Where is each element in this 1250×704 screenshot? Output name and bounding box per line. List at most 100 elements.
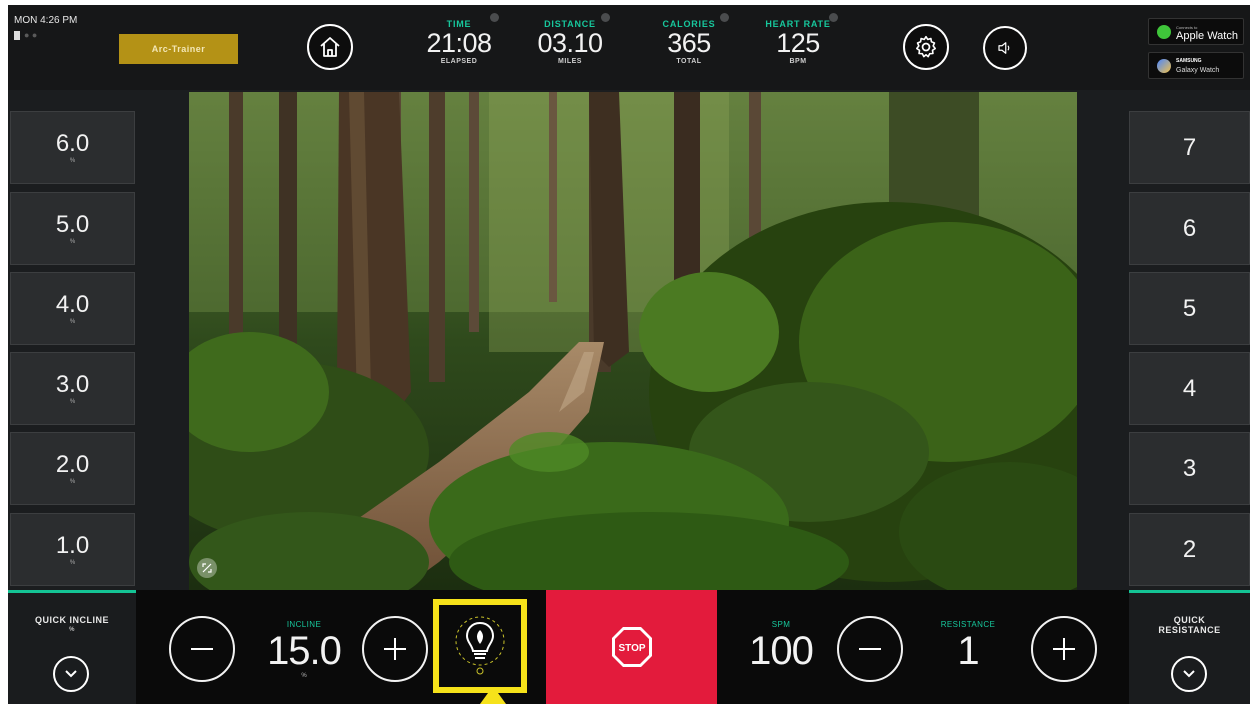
incline-readout: INCLINE 15.0 %: [254, 620, 354, 679]
stat-unit: BPM: [789, 58, 807, 65]
mode-button[interactable]: Arc-Trainer: [119, 34, 238, 64]
top-bar: MON 4:26 PM ● ● Arc-Trainer TIME 21:08 E…: [8, 5, 1250, 90]
incline-decrease-button[interactable]: [169, 616, 235, 682]
battery-icon: [14, 31, 20, 41]
quick-resistance-title: QUICK RESISTANCE: [1158, 615, 1221, 635]
resistance-preset-6[interactable]: 6: [1129, 192, 1250, 265]
preset-value: 4.0: [55, 290, 90, 318]
speaker-icon: [998, 42, 1010, 54]
stop-icon: STOP: [611, 627, 652, 667]
incline-preset-6[interactable]: 6.0%: [10, 111, 135, 184]
quick-resistance-toggle[interactable]: [1171, 656, 1207, 692]
galaxy-watch-label: Galaxy Watch: [1176, 66, 1220, 74]
preset-unit: %: [69, 398, 76, 405]
preset-value: 4: [1182, 374, 1197, 402]
incline-label: INCLINE: [286, 620, 322, 629]
preset-value: 3: [1182, 454, 1197, 482]
scenic-video: [189, 92, 1077, 591]
stat-value: 125: [776, 28, 820, 58]
spm-value: 100: [749, 629, 814, 673]
incline-unit: %: [301, 673, 307, 679]
stat-value: 03.10: [537, 28, 603, 58]
preset-value: 2: [1182, 535, 1197, 563]
resistance-increase-button[interactable]: [1031, 616, 1097, 682]
galaxy-watch-icon: [1157, 58, 1171, 73]
incline-preset-5[interactable]: 5.0%: [10, 192, 135, 265]
chevron-down-icon: [65, 670, 77, 678]
stat-unit: MILES: [558, 58, 582, 65]
forest-path-image: [189, 92, 1077, 591]
pointer-arrow-icon: [480, 693, 506, 704]
apple-watch-icon: [1157, 24, 1171, 39]
resistance-preset-5[interactable]: 5: [1129, 272, 1250, 345]
stat-indicator: [720, 13, 729, 22]
stat-indicator: [829, 13, 838, 22]
volume-button[interactable]: [983, 26, 1027, 70]
resistance-decrease-button[interactable]: [837, 616, 903, 682]
minus-icon: [191, 648, 213, 650]
stat-value: 21:08: [426, 28, 492, 58]
stat-time: TIME 21:08 ELAPSED: [411, 13, 507, 65]
stat-unit: ELAPSED: [440, 58, 478, 65]
apple-watch-label: Apple Watch: [1176, 29, 1238, 42]
preset-value: 5.0: [55, 210, 90, 238]
preset-unit: %: [69, 478, 76, 485]
preset-value: 1.0: [55, 531, 90, 559]
stat-calories: CALORIES 365 TOTAL: [641, 13, 737, 65]
stat-unit: TOTAL: [676, 58, 702, 65]
home-button[interactable]: [307, 24, 353, 70]
fullscreen-icon[interactable]: [197, 558, 217, 578]
incline-preset-4[interactable]: 4.0%: [10, 272, 135, 345]
spm-readout: SPM 100: [743, 620, 819, 673]
quick-incline-toggle[interactable]: [53, 656, 89, 692]
stat-value: 365: [667, 28, 711, 58]
resistance-preset-2[interactable]: 2: [1129, 513, 1250, 586]
stop-button[interactable]: STOP: [546, 590, 717, 704]
resistance-preset-7[interactable]: 7: [1129, 111, 1250, 184]
preset-unit: %: [69, 559, 76, 566]
preset-unit: %: [69, 157, 76, 164]
wifi-icon: ● ●: [24, 30, 38, 40]
resistance-preset-4[interactable]: 4: [1129, 352, 1250, 425]
preset-unit: %: [69, 318, 76, 325]
preset-value: 6: [1182, 214, 1197, 242]
clock: MON 4:26 PM: [14, 15, 78, 26]
incline-preset-1[interactable]: 1.0%: [10, 513, 135, 586]
plus-icon: [1053, 638, 1075, 660]
incline-preset-2[interactable]: 2.0%: [10, 432, 135, 505]
settings-button[interactable]: [903, 24, 949, 70]
incline-value: 15.0: [267, 629, 342, 673]
spm-label: SPM: [771, 620, 791, 629]
preset-value: 7: [1182, 133, 1197, 161]
console-screen: MON 4:26 PM ● ● Arc-Trainer TIME 21:08 E…: [8, 5, 1250, 704]
status-icons: ● ●: [14, 30, 38, 41]
eco-mode-button[interactable]: [433, 599, 527, 693]
quick-incline-panel: QUICK INCLINE%: [8, 590, 136, 704]
preset-value: 3.0: [55, 370, 90, 398]
quick-resistance-panel: QUICK RESISTANCE: [1129, 590, 1250, 704]
plus-icon: [384, 638, 406, 660]
quick-incline-title: QUICK INCLINE: [35, 615, 109, 625]
incline-increase-button[interactable]: [362, 616, 428, 682]
preset-value: 5: [1182, 294, 1197, 322]
stat-indicator: [490, 13, 499, 22]
preset-value: 6.0: [55, 129, 90, 157]
stat-distance: DISTANCE 03.10 MILES: [522, 13, 618, 65]
galaxy-watch-button[interactable]: SAMSUNG Galaxy Watch: [1148, 52, 1244, 79]
stat-indicator: [601, 13, 610, 22]
resistance-label: RESISTANCE: [940, 620, 996, 629]
apple-watch-button[interactable]: Connects to Apple Watch: [1148, 18, 1244, 45]
minus-icon: [859, 648, 881, 650]
gear-icon: [915, 35, 937, 58]
chevron-down-icon: [1183, 670, 1195, 678]
eco-bulb-icon: [455, 616, 505, 675]
incline-preset-3[interactable]: 3.0%: [10, 352, 135, 425]
stat-heart-rate: HEART RATE 125 BPM: [750, 13, 846, 65]
preset-unit: %: [69, 238, 76, 245]
quick-incline-unit: %: [69, 627, 75, 633]
stop-label: STOP: [618, 643, 645, 654]
galaxy-watch-brand: SAMSUNG: [1176, 57, 1202, 64]
home-icon: [320, 37, 340, 57]
resistance-readout: RESISTANCE 1: [928, 620, 1008, 673]
resistance-preset-3[interactable]: 3: [1129, 432, 1250, 505]
